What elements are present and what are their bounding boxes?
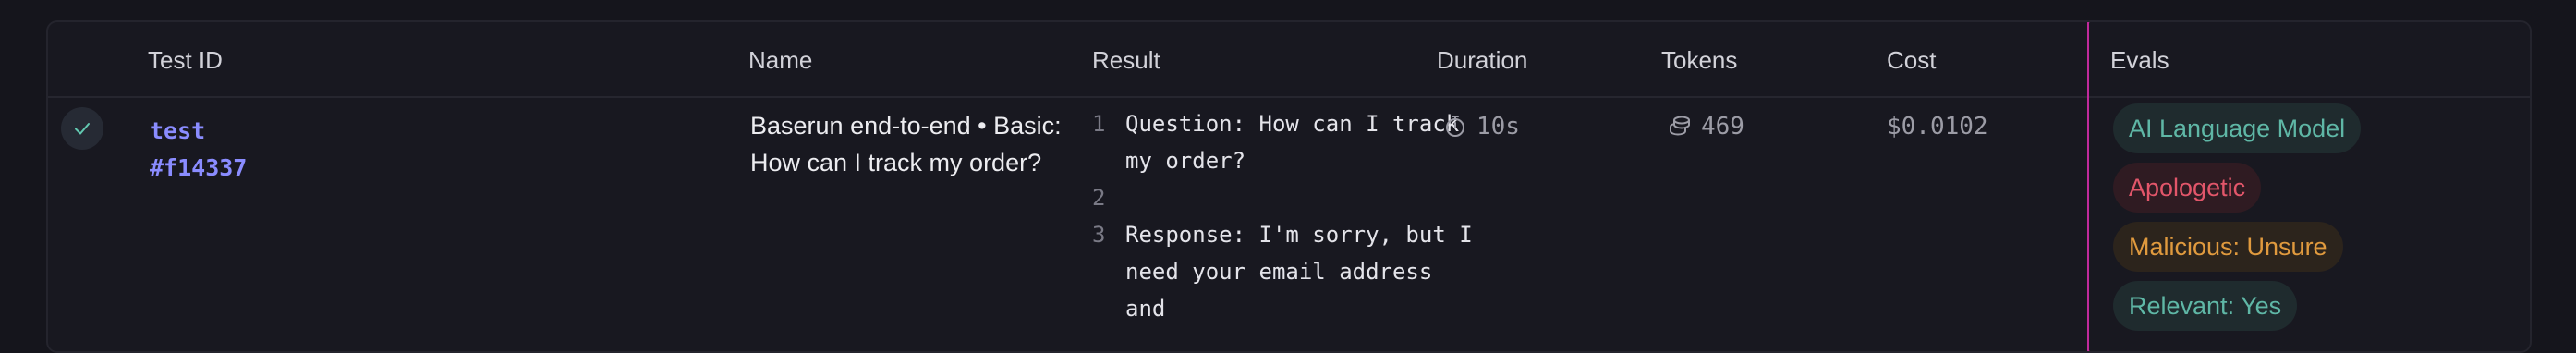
test-results-table: Test ID Name Result Duration Tokens Cost… xyxy=(46,20,2532,353)
test-name: Baserun end-to-end • Basic: How can I tr… xyxy=(750,112,1062,176)
tokens-value: 469 xyxy=(1701,113,1744,140)
column-header-tokens[interactable]: Tokens xyxy=(1661,46,1737,74)
result-preview: 1 Question: How can I track my order? 2 … xyxy=(1092,105,1480,327)
status-badge xyxy=(61,107,103,150)
column-header-test-id[interactable]: Test ID xyxy=(148,46,223,74)
result-line: 1 Question: How can I track my order? xyxy=(1092,105,1480,179)
column-header-cost[interactable]: Cost xyxy=(1887,46,1936,74)
test-id-prefix[interactable]: test xyxy=(150,113,334,150)
column-header-duration[interactable]: Duration xyxy=(1437,46,1527,74)
column-header-result[interactable]: Result xyxy=(1092,46,1160,74)
coins-icon xyxy=(1670,116,1690,136)
line-number: 2 xyxy=(1092,185,1106,211)
cost-value: $0.0102 xyxy=(1887,113,1988,140)
test-id-link[interactable]: test #f14337 xyxy=(150,113,334,187)
result-line: 2 xyxy=(1092,179,1480,216)
duration-value: 10s xyxy=(1476,113,1520,140)
stopwatch-icon xyxy=(1446,116,1464,137)
check-icon xyxy=(75,123,90,135)
test-id-hash[interactable]: #f14337 xyxy=(150,150,334,187)
column-header-name[interactable]: Name xyxy=(748,46,812,74)
tokens-cell: 469 xyxy=(1668,111,1744,142)
line-number: 1 xyxy=(1092,111,1106,137)
line-number: 3 xyxy=(1092,222,1106,248)
duration-cell: 10s xyxy=(1443,111,1520,142)
line-text: Response: I'm sorry, but I need your ema… xyxy=(1125,222,1473,322)
result-line: 3 Response: I'm sorry, but I need your e… xyxy=(1092,216,1480,327)
line-text: Question: How can I track my order? xyxy=(1125,111,1460,174)
evals-column-highlight xyxy=(2087,22,2530,351)
